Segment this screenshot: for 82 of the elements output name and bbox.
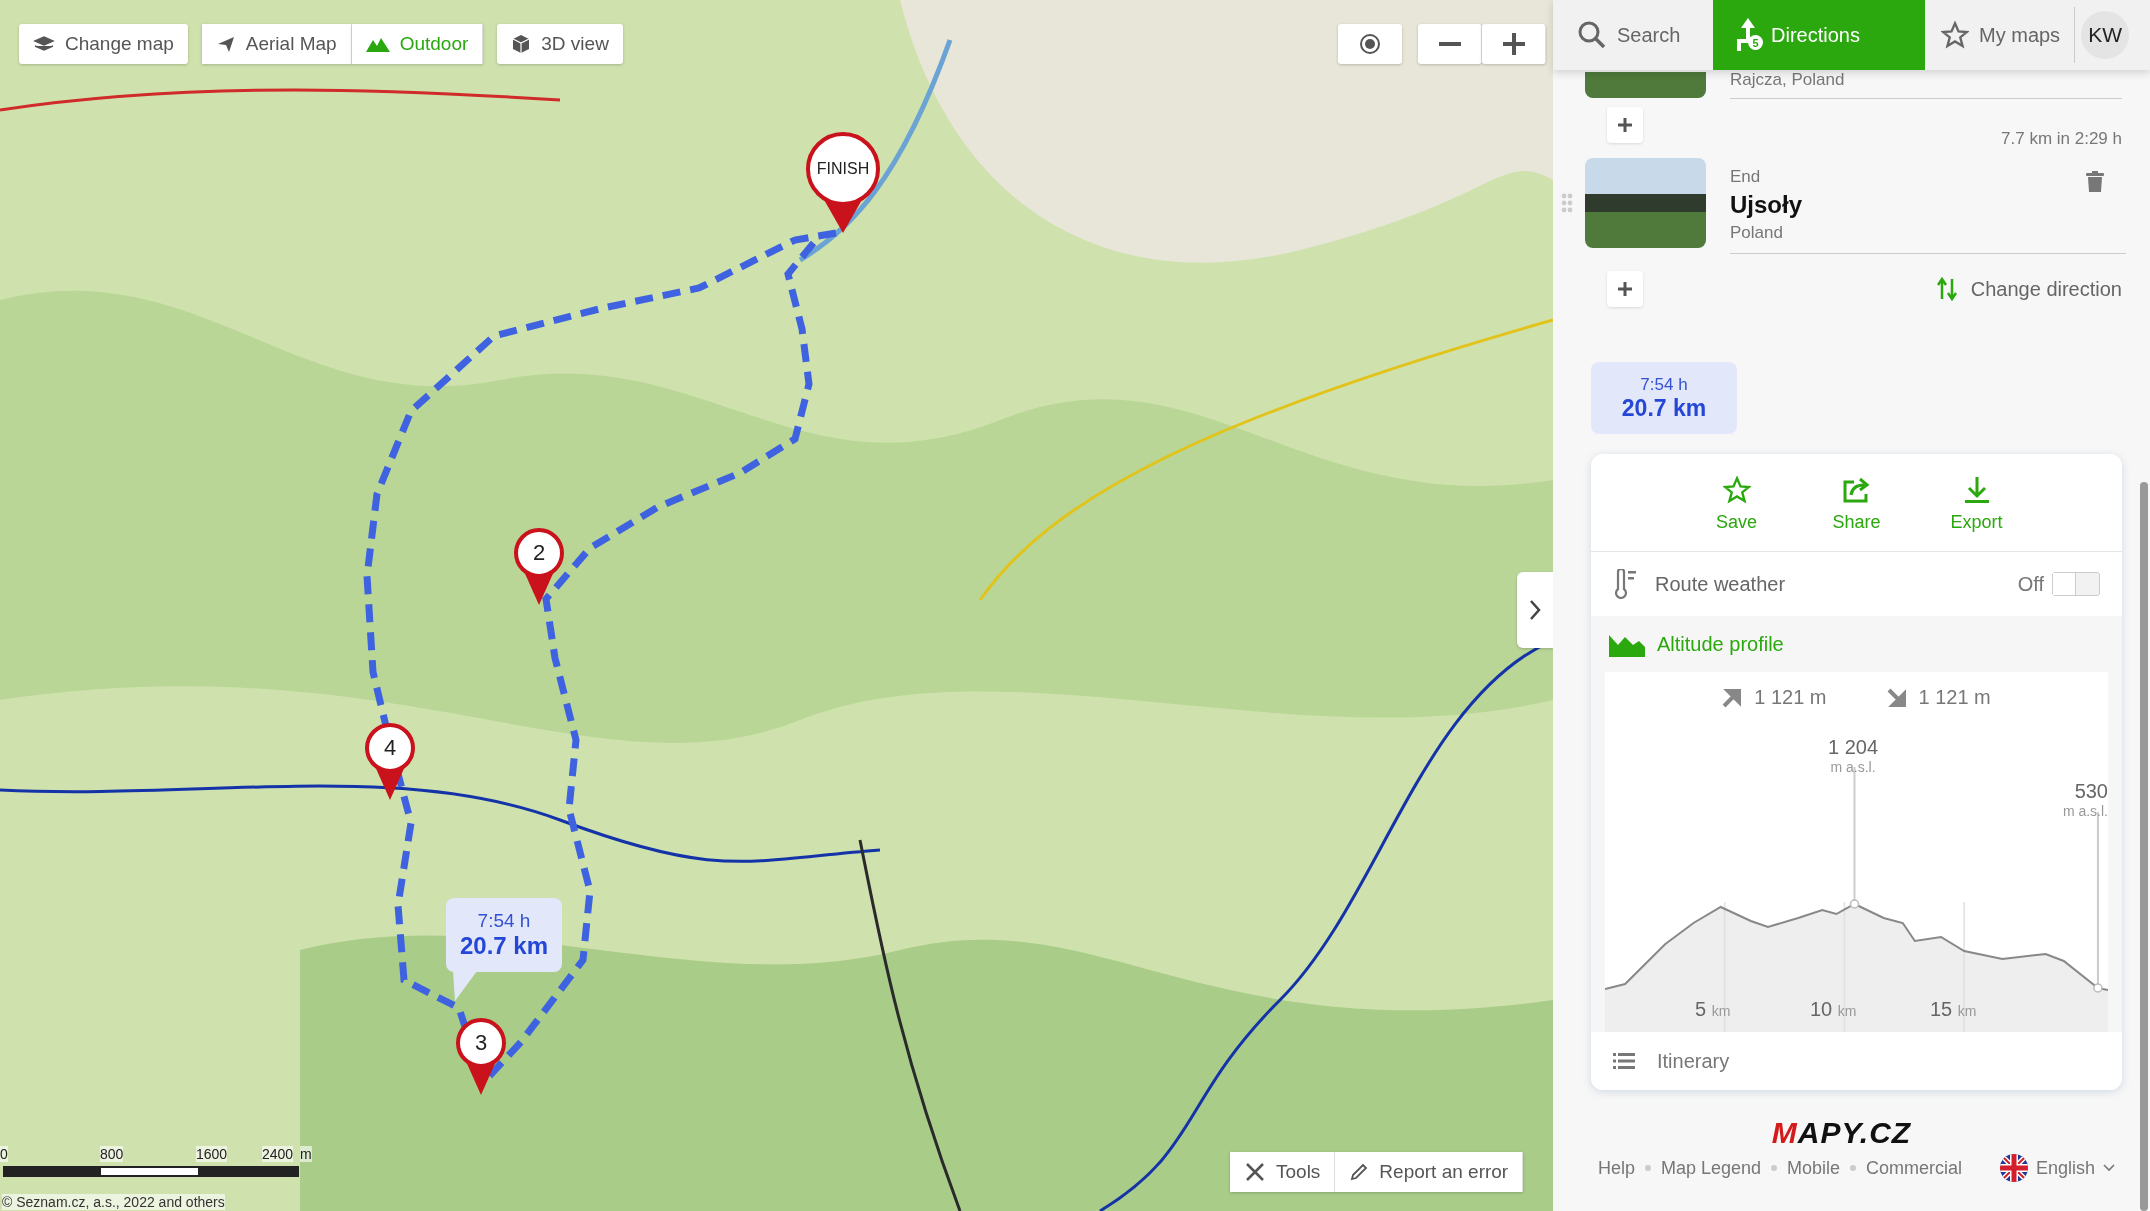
pencil-icon xyxy=(1349,1162,1370,1182)
route-time: 7:54 h xyxy=(477,910,531,932)
collapse-panel-button[interactable] xyxy=(1517,572,1553,648)
route-weather-label: Route weather xyxy=(1655,572,1787,596)
distance-mark: 5 km xyxy=(1695,998,1731,1021)
footer-link[interactable]: Help xyxy=(1597,1157,1635,1179)
route-action-button[interactable]: Export xyxy=(1941,476,2012,533)
map-layer-tab[interactable]: Outdoor xyxy=(351,24,484,64)
language-selector[interactable]: English xyxy=(2000,1154,2116,1182)
logo[interactable]: MAPY.CZ xyxy=(1771,1116,1912,1150)
share-icon xyxy=(1841,476,1872,504)
footer-link[interactable]: Mobile xyxy=(1787,1157,1841,1179)
altitude-unit: m a.s.l. xyxy=(2062,803,2108,819)
route-weather-toggle[interactable] xyxy=(2052,572,2100,596)
drag-handle-icon[interactable] xyxy=(1561,192,1573,213)
change-direction-button[interactable]: Change direction xyxy=(1936,277,2122,301)
plus-icon xyxy=(1618,282,1632,296)
end-altitude: 530 xyxy=(2074,780,2108,803)
route-action-button[interactable]: Save xyxy=(1701,476,1772,533)
scale-label: 1600 xyxy=(196,1146,228,1162)
scale-label: 800 xyxy=(100,1146,124,1162)
download-icon xyxy=(1963,476,1990,504)
scale-label: 0 xyxy=(0,1146,8,1162)
arrow-up-right-icon xyxy=(1722,687,1743,708)
minus-icon xyxy=(1438,42,1461,46)
nav-tab[interactable]: Search xyxy=(1553,0,1713,70)
altitude-unit: m a.s.l. xyxy=(1830,759,1876,775)
route-time: 7:54 h xyxy=(1640,374,1688,395)
plus-icon xyxy=(1618,118,1632,132)
zoom-in-button[interactable] xyxy=(1482,24,1546,64)
change-map-button[interactable]: Change map xyxy=(19,24,188,64)
descent-value: 1 121 m xyxy=(1918,686,1991,709)
chevron-down-icon xyxy=(2103,1164,2116,1172)
map-tool-button[interactable]: Report an error xyxy=(1335,1152,1524,1192)
map-layer-tab[interactable]: Aerial Map xyxy=(201,24,352,64)
plus-icon xyxy=(1502,33,1525,55)
zoom-out-button[interactable] xyxy=(1418,24,1482,64)
stop-role: End xyxy=(1730,167,1761,187)
itinerary-button[interactable]: Itinerary xyxy=(1591,1032,2122,1090)
altitude-profile-title[interactable]: Altitude profile xyxy=(1657,632,1784,656)
3d-view-button[interactable]: 3D view xyxy=(497,24,623,64)
scale-unit: m xyxy=(300,1146,312,1162)
nav-tab[interactable]: My maps xyxy=(1925,0,2069,70)
stop-name: Ujsoły xyxy=(1730,191,1803,219)
mountains-icon xyxy=(365,36,390,52)
stop-place: Rajcza, Poland xyxy=(1730,70,1845,90)
target-icon xyxy=(1359,33,1381,55)
route-distance: 20.7 km xyxy=(1621,394,1707,422)
user-avatar[interactable]: KW xyxy=(2081,11,2130,59)
leg-distance: 7.7 km in 2:29 h xyxy=(2001,129,2122,149)
scale-label: 2400 xyxy=(262,1146,294,1162)
chevron-right-icon xyxy=(1529,599,1541,621)
search-icon xyxy=(1577,20,1607,50)
cube-icon xyxy=(511,34,532,54)
route-action-button[interactable]: Share xyxy=(1821,476,1892,533)
add-stop-button[interactable] xyxy=(1607,107,1643,143)
peak-altitude: 1 204 xyxy=(1827,736,1879,759)
list-icon xyxy=(1613,1053,1635,1069)
arrow-down-right-icon xyxy=(1886,687,1907,708)
copyright-text: © Seznam.cz, a.s., 2022 and others xyxy=(2,1194,225,1210)
footer-link[interactable]: Map Legend xyxy=(1660,1157,1761,1179)
route-summary-tab[interactable]: 7:54 h 20.7 km xyxy=(1591,362,1737,434)
route-distance: 20.7 km xyxy=(459,932,549,960)
locate-button[interactable] xyxy=(1338,24,1402,64)
distance-mark: 15 km xyxy=(1930,998,1977,1021)
stop-place: Poland xyxy=(1730,223,1783,243)
ascent-value: 1 121 m xyxy=(1754,686,1827,709)
nav-tab[interactable]: 5 Directions xyxy=(1713,0,1925,70)
flag-icon xyxy=(2000,1154,2029,1182)
toggle-state: Off xyxy=(2017,572,2044,596)
add-stop-button[interactable] xyxy=(1607,271,1643,307)
distance-mark: 10 km xyxy=(1810,998,1857,1021)
layers-icon xyxy=(33,36,55,52)
map-tool-button[interactable]: Tools xyxy=(1230,1152,1336,1192)
footer-link[interactable]: Commercial xyxy=(1866,1157,1963,1179)
swap-arrows-icon xyxy=(1936,277,1957,301)
scrollbar-thumb[interactable] xyxy=(2140,482,2148,1211)
route-count-badge: 5 xyxy=(1748,35,1763,50)
trash-icon[interactable] xyxy=(2086,171,2104,193)
thermometer-icon xyxy=(1613,569,1637,599)
star-icon xyxy=(1722,476,1751,504)
star-icon xyxy=(1941,21,1969,49)
